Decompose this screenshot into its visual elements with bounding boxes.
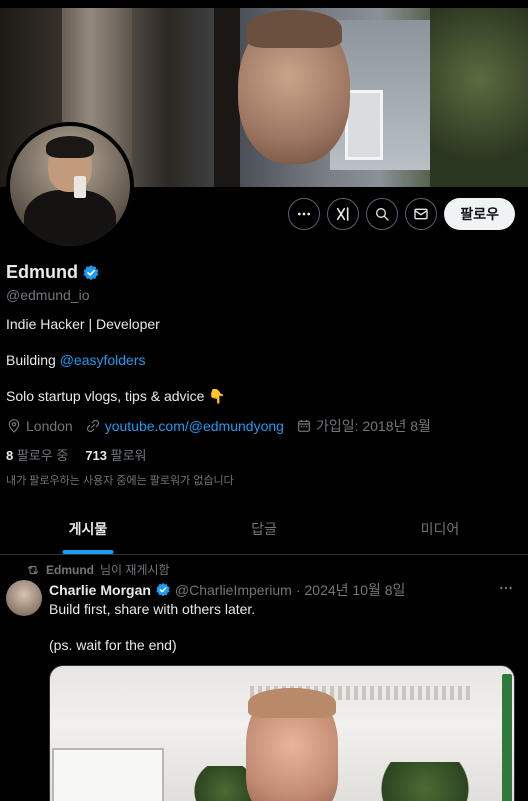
profile-name-row: Edmund [6, 262, 100, 283]
verified-badge-icon[interactable] [82, 264, 100, 282]
banner-tree [430, 8, 528, 187]
more-icon [500, 586, 512, 590]
search-icon [376, 208, 390, 221]
banner-window [345, 90, 383, 160]
website-item: youtube.com/@edmundyong [85, 418, 284, 434]
repost-icon [27, 565, 39, 574]
repost-indicator: Edmund 님이 재게시함 [26, 561, 170, 578]
location-item: London [6, 418, 73, 434]
location-text: London [26, 418, 73, 434]
post-text-line-2: (ps. wait for the end) [49, 637, 177, 653]
profile-meta: London youtube.com/@edmundyong 가입일: 2018… [6, 416, 431, 436]
grok-icon [337, 207, 349, 221]
banner-hair [246, 10, 342, 48]
verified-badge-icon [156, 583, 170, 597]
message-icon [414, 208, 429, 220]
followers-label: 팔로워 [110, 448, 147, 463]
follow-stats: 8 팔로우 중 713 팔로워 [6, 445, 147, 464]
bio-line-1: Indie Hacker | Developer [6, 316, 160, 332]
post-more-button[interactable] [498, 580, 514, 601]
location-icon [8, 419, 20, 433]
following-stat[interactable]: 8 팔로우 중 [6, 445, 68, 464]
video-plant [370, 762, 480, 801]
tab-media-label: 미디어 [420, 520, 460, 537]
avatar-phone [74, 176, 86, 198]
video-whiteboard [52, 748, 164, 801]
profile-handle: @edmund_io [6, 287, 90, 303]
banner-top-strip [0, 0, 528, 8]
tab-replies[interactable]: 답글 [176, 503, 352, 554]
calendar-icon [298, 420, 310, 432]
avatar-shirt [24, 190, 116, 246]
joined-text: 가입일: 2018년 8월 [315, 418, 431, 434]
avatar-photo [10, 126, 130, 246]
follow-button[interactable]: 팔로우 [444, 198, 515, 230]
post-header: Charlie Morgan @CharlieImperium · 2024년 … [49, 580, 405, 600]
joined-item: 가입일: 2018년 8월 [296, 416, 431, 436]
profile-name: Edmund [6, 262, 78, 282]
post-author-avatar[interactable] [6, 580, 42, 616]
post-separator: · [295, 582, 301, 598]
video-side-strip [502, 674, 512, 801]
tab-posts-label: 게시물 [68, 520, 108, 537]
grok-button[interactable] [327, 198, 360, 230]
tab-replies-label: 답글 [251, 520, 277, 537]
profile-actions: 팔로우 [288, 198, 515, 230]
post-author-name[interactable]: Charlie Morgan [49, 582, 151, 598]
search-button[interactable] [366, 198, 399, 230]
post-text-line-1: Build first, share with others later. [49, 601, 256, 617]
followers-count: 713 [85, 448, 108, 463]
following-count: 8 [6, 448, 14, 463]
message-button[interactable] [405, 198, 438, 230]
active-tab-indicator [62, 550, 114, 554]
repost-user[interactable]: Edmund [46, 563, 94, 577]
post-video[interactable] [49, 665, 515, 801]
banner-window-frame [214, 8, 240, 187]
more-button[interactable] [288, 198, 321, 230]
link-icon [86, 419, 99, 433]
following-label: 팔로우 중 [16, 448, 69, 463]
followers-you-know-note: 내가 팔로우하는 사용자 중에는 팔로워가 없습니다 [6, 475, 234, 487]
tab-media[interactable]: 미디어 [352, 503, 528, 554]
post-date[interactable]: 2024년 10월 8일 [305, 580, 406, 600]
easyfolders-link[interactable]: @easyfolders [60, 352, 146, 368]
bio-line-2: Building @easyfolders [6, 352, 146, 368]
tab-posts[interactable]: 게시물 [0, 503, 176, 554]
profile-avatar[interactable] [6, 122, 134, 250]
repost-label: 님이 재게시함 [100, 563, 170, 577]
post-author-handle[interactable]: @CharlieImperium [175, 582, 292, 598]
website-link[interactable]: youtube.com/@edmundyong [105, 418, 284, 434]
more-icon [298, 212, 311, 216]
followers-stat[interactable]: 713 팔로워 [85, 445, 146, 464]
bio-line-3: Solo startup vlogs, tips & advice 👇 [6, 388, 226, 404]
avatar-hair [46, 136, 94, 158]
bio-building-prefix: Building [6, 352, 60, 368]
video-person-hair [248, 688, 336, 718]
profile-tabs: 게시물 답글 미디어 [0, 503, 528, 555]
